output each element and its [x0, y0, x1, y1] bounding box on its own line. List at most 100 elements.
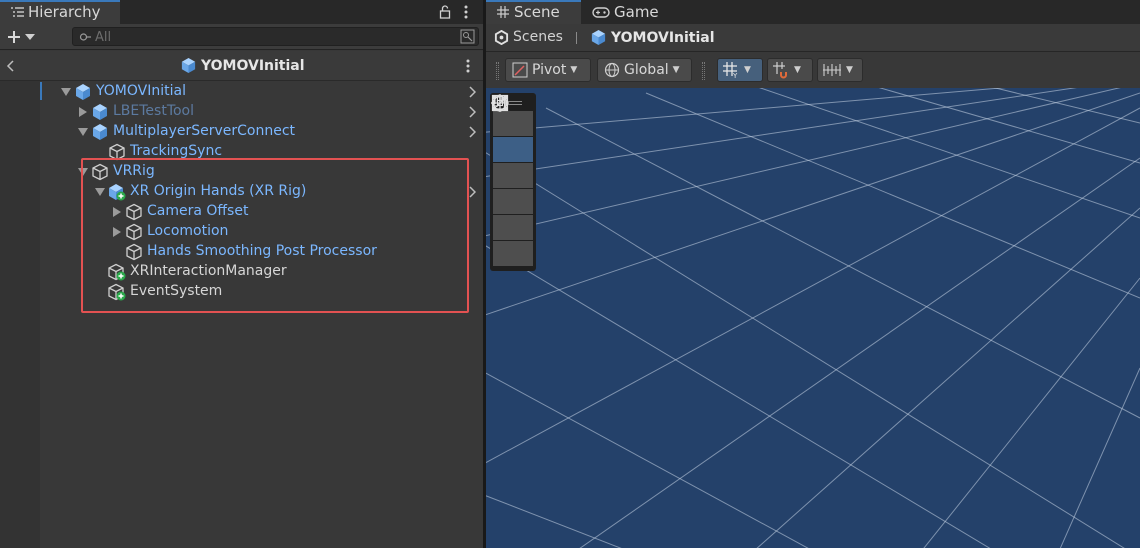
chevron-down-icon: ▼	[570, 65, 578, 75]
breadcrumb-scenes-label: Scenes	[513, 29, 563, 45]
grid-line	[645, 92, 1140, 299]
chevron-down-icon: ▼	[672, 65, 680, 75]
pivot-dropdown[interactable]: Pivot ▼	[505, 58, 591, 82]
expand-arrow-down-icon[interactable]	[78, 127, 88, 137]
list-icon	[10, 5, 24, 19]
expand-arrow-right-icon[interactable]	[112, 207, 122, 217]
search-options-icon[interactable]	[460, 29, 475, 44]
gameobject-cube-icon	[125, 203, 143, 221]
hierarchy-item[interactable]: TrackingSync	[0, 142, 483, 162]
hierarchy-item-label: LBETestTool	[113, 103, 195, 119]
hierarchy-item-label: MultiplayerServerConnect	[113, 123, 296, 139]
prefab-cube-icon	[181, 57, 196, 74]
scene-viewport[interactable]	[486, 88, 1140, 548]
transform-tool-icon[interactable]	[491, 94, 533, 266]
prefab-cube-icon	[591, 29, 606, 46]
ruler-icon	[823, 64, 841, 76]
toolbar-grip	[702, 62, 705, 80]
scene-toolbar: Pivot ▼ Global ▼ Y ▼ ▼ ▼	[486, 52, 1140, 88]
scene-header: YOMOVInitial	[0, 51, 483, 81]
scene-panel: Scene Game Scenes YOMOVInitial Pivot ▼ G…	[486, 0, 1140, 548]
hierarchy-item-label: YOMOVInitial	[96, 83, 186, 99]
hierarchy-item[interactable]: Hands Smoothing Post Processor	[0, 242, 483, 262]
chevron-down-icon: ▼	[794, 65, 801, 75]
expand-arrow-down-icon[interactable]	[78, 167, 88, 177]
gameobject-cube-icon	[91, 163, 109, 181]
hand-tool-icon[interactable]	[491, 94, 533, 136]
tab-scene[interactable]: Scene	[486, 0, 581, 24]
increment-snap-toggle[interactable]: ▼	[767, 58, 813, 82]
kebab-menu-icon[interactable]	[459, 3, 473, 21]
expand-arrow-right-icon[interactable]	[78, 107, 88, 117]
pivot-label: Pivot	[532, 62, 567, 78]
tab-hierarchy-label: Hierarchy	[28, 3, 101, 21]
hierarchy-toolbar	[0, 24, 483, 50]
grid-line	[486, 245, 991, 548]
unity-cube-blue-icon	[74, 83, 92, 101]
breadcrumb-current-label: YOMOVInitial	[611, 29, 715, 46]
svg-text:Y: Y	[732, 72, 738, 79]
tab-game-label: Game	[614, 3, 659, 21]
hierarchy-item[interactable]: MultiplayerServerConnect	[0, 122, 483, 142]
chevron-down-icon: ▼	[744, 65, 751, 75]
rotate-tool-icon[interactable]	[493, 95, 533, 188]
create-button[interactable]	[6, 27, 40, 47]
hierarchy-item[interactable]: VRRig	[0, 162, 483, 182]
gameobject-cube-icon	[125, 243, 143, 261]
breadcrumb-scenes[interactable]: Scenes	[494, 29, 563, 45]
global-dropdown[interactable]: Global ▼	[597, 58, 692, 82]
unity-logo-icon	[494, 29, 509, 45]
breadcrumb: Scenes YOMOVInitial	[486, 24, 1140, 52]
gamepad-icon	[592, 5, 610, 19]
search-field[interactable]	[72, 27, 479, 46]
hierarchy-item[interactable]: Locomotion	[0, 222, 483, 242]
hierarchy-item-label: XR Origin Hands (XR Rig)	[130, 183, 307, 199]
grid-line	[486, 495, 622, 548]
grid-snap-toggle[interactable]: Y ▼	[717, 58, 763, 82]
lock-icon[interactable]	[438, 3, 452, 21]
hierarchy-item[interactable]: XR Origin Hands (XR Rig)	[0, 182, 483, 202]
tab-hierarchy[interactable]: Hierarchy	[0, 0, 120, 24]
move-tool-icon[interactable]	[491, 94, 533, 162]
chevron-right-icon[interactable]	[467, 125, 477, 139]
grid-line	[756, 207, 1140, 548]
ruler-toggle[interactable]: ▼	[817, 58, 863, 82]
scene-title-label: YOMOVInitial	[201, 57, 305, 74]
prefab-cube-icon	[91, 123, 109, 141]
tab-scene-label: Scene	[514, 3, 560, 21]
grid-line	[1059, 367, 1140, 548]
hierarchy-item[interactable]: XRInteractionManager	[0, 262, 483, 282]
prefab-cube-icon	[91, 103, 109, 121]
hierarchy-item[interactable]: EventSystem	[0, 282, 483, 302]
tool-palette	[490, 93, 536, 271]
toolbar-grip	[496, 62, 499, 80]
added-gameobject-icon	[108, 263, 126, 281]
pivot-icon	[512, 62, 528, 78]
chevron-right-icon[interactable]	[467, 105, 477, 119]
back-chevron-icon[interactable]	[6, 60, 14, 72]
expand-arrow-down-icon[interactable]	[61, 87, 71, 97]
hierarchy-item[interactable]: YOMOVInitial	[0, 82, 483, 102]
hierarchy-item[interactable]: Camera Offset	[0, 202, 483, 222]
kebab-menu-icon[interactable]	[466, 59, 470, 73]
chevron-right-icon[interactable]	[467, 85, 477, 99]
expand-arrow-down-icon[interactable]	[95, 187, 105, 197]
breadcrumb-separator	[576, 32, 577, 44]
gameobject-cube-icon	[125, 223, 143, 241]
search-icon	[79, 33, 91, 41]
chevron-right-icon[interactable]	[467, 185, 477, 199]
hierarchy-item[interactable]: LBETestTool	[0, 102, 483, 122]
tab-game[interactable]: Game	[582, 0, 672, 24]
breadcrumb-current[interactable]: YOMOVInitial	[590, 29, 715, 46]
search-input[interactable]	[95, 29, 455, 45]
scale-tool-icon[interactable]	[491, 94, 533, 214]
expand-arrow-right-icon[interactable]	[112, 227, 122, 237]
hierarchy-item-label: Camera Offset	[147, 203, 249, 219]
rect-tool-icon[interactable]	[492, 95, 533, 240]
added-gameobject-icon	[108, 283, 126, 301]
grid-line	[579, 157, 1140, 548]
hierarchy-item-label: Hands Smoothing Post Processor	[147, 243, 377, 259]
chevron-down-icon	[25, 34, 35, 40]
gameobject-cube-icon	[108, 143, 126, 161]
hierarchy-item-label: XRInteractionManager	[130, 263, 287, 279]
